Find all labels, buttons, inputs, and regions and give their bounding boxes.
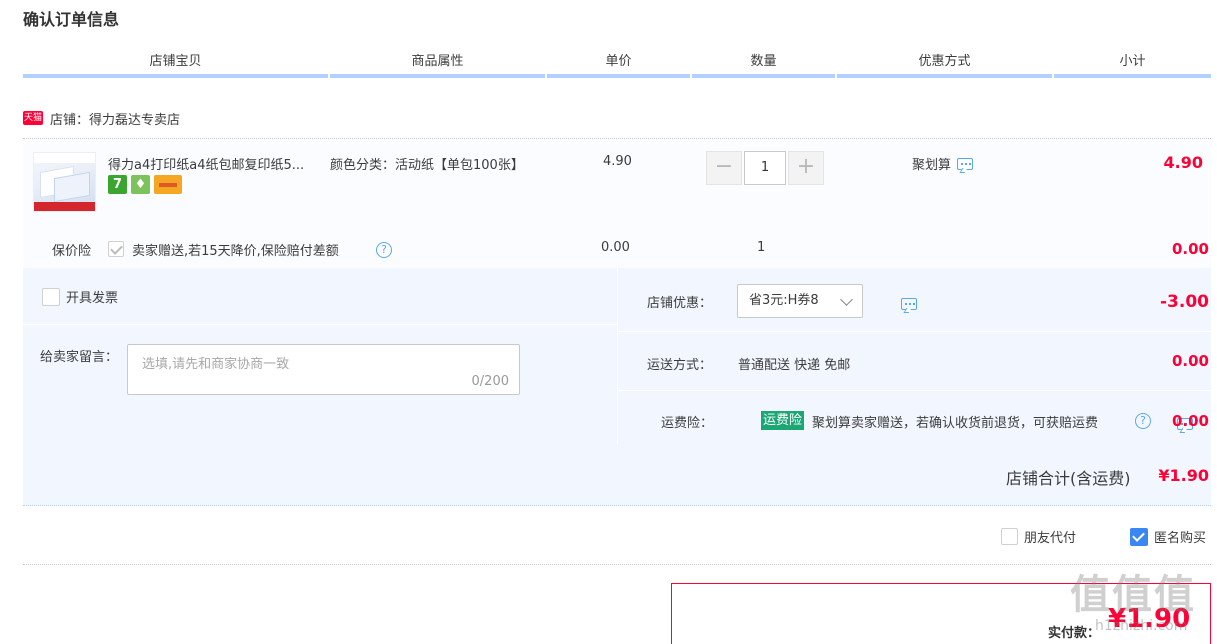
product-name-link[interactable]: 得力a4打印纸a4纸包邮复印纸5... — [108, 154, 328, 173]
divider — [23, 324, 617, 325]
shop-name[interactable]: 店铺：得力磊达专卖店 — [50, 109, 180, 128]
promotion: 聚划算 — [912, 154, 974, 173]
shipping-method: 普通配送 快递 免邮 — [738, 358, 851, 373]
invoice-option[interactable]: 开具发票 — [42, 287, 118, 306]
divider — [617, 390, 1211, 391]
payment-label: 实付款： — [1048, 626, 1101, 641]
chat-icon[interactable] — [957, 157, 974, 170]
message-counter: 0/200 — [471, 374, 509, 389]
header-subtotal: 小计 — [1054, 50, 1211, 78]
unit-price: 4.90 — [603, 154, 632, 169]
friend-pay-option[interactable]: 朋友代付 — [1001, 527, 1076, 546]
shop-row: 天猫 店铺：得力磊达专卖店 — [23, 108, 180, 128]
message-placeholder: 选填,请先和商家协商一致 — [142, 357, 290, 372]
page-title: 确认订单信息 — [23, 10, 120, 29]
service-badges: 7 ♦ — [108, 175, 182, 194]
promotion-label: 聚划算 — [912, 158, 952, 173]
insurance-checkbox[interactable] — [108, 241, 124, 257]
coupon-label: 店铺优惠： — [647, 296, 713, 311]
anonymous-label: 匿名购买 — [1154, 531, 1207, 546]
product-thumbnail[interactable] — [33, 152, 96, 212]
insurance-subtotal: 0.00 — [1171, 240, 1209, 258]
chat-icon[interactable] — [901, 298, 918, 310]
help-icon[interactable]: ? — [376, 242, 392, 258]
insurance-quantity: 1 — [757, 240, 766, 255]
shipping-amount: 0.00 — [1171, 352, 1209, 370]
friend-pay-label: 朋友代付 — [1024, 531, 1077, 546]
anonymous-option[interactable]: 匿名购买 — [1130, 527, 1206, 546]
divider — [617, 331, 1211, 332]
shield-icon: ♦ — [131, 175, 150, 194]
header-promotion: 优惠方式 — [837, 50, 1052, 78]
freight-insurance-tag: 运费险 — [761, 411, 805, 430]
tmall-icon: 天猫 — [23, 111, 43, 125]
increase-button[interactable]: + — [788, 151, 824, 185]
divider — [23, 564, 1211, 565]
anonymous-checkbox[interactable] — [1130, 527, 1148, 546]
header-price: 单价 — [547, 50, 690, 78]
shop-total-label: 店铺合计(含运费) — [1006, 469, 1131, 488]
coupon-select[interactable]: 省3元:H券8 — [737, 284, 863, 318]
quantity-stepper: − 1 + — [706, 151, 824, 185]
watermark-url: h1zhizhi.com — [1095, 618, 1188, 634]
message-textarea[interactable]: 选填,请先和商家协商一致 0/200 — [127, 344, 520, 395]
product-attribute: 颜色分类：活动纸【单包100张】 — [330, 158, 524, 173]
coupon-selected: 省3元:H券8 — [749, 293, 819, 308]
decrease-button[interactable]: − — [706, 151, 742, 185]
seven-day-return-icon: 7 — [108, 175, 127, 194]
chevron-down-icon — [840, 293, 853, 306]
header-shop-item: 店铺宝贝 — [23, 50, 328, 78]
shipping-label: 运送方式： — [647, 358, 713, 373]
invoice-checkbox[interactable] — [42, 287, 60, 306]
table-header: 店铺宝贝 商品属性 单价 数量 优惠方式 小计 — [23, 50, 1211, 78]
insurance-price: 0.00 — [601, 240, 630, 255]
help-icon[interactable]: ? — [1135, 413, 1151, 429]
divider — [617, 268, 618, 444]
credit-card-icon — [154, 175, 182, 194]
header-attribute: 商品属性 — [330, 50, 545, 78]
freight-insurance-label: 运费险： — [661, 416, 714, 431]
freight-insurance-text: 聚划算卖家赠送，若确认收货前退货，可获赔运费 — [812, 416, 1099, 431]
quantity-input[interactable]: 1 — [744, 151, 786, 185]
header-quantity: 数量 — [692, 50, 835, 78]
freight-insurance-amount: 0.00 — [1171, 412, 1209, 430]
shop-total-value: ¥1.90 — [1158, 466, 1209, 485]
insurance-label: 保价险 — [52, 244, 92, 259]
watermark-logo: 值值值 — [1070, 572, 1196, 618]
insurance-text: 卖家赠送,若15天降价,保险赔付差额 — [132, 244, 339, 259]
coupon-amount: -3.00 — [1160, 292, 1209, 312]
friend-pay-checkbox[interactable] — [1001, 528, 1018, 545]
item-subtotal: 4.90 — [1163, 153, 1203, 172]
invoice-label: 开具发票 — [66, 291, 119, 306]
message-label: 给卖家留言： — [40, 350, 119, 365]
